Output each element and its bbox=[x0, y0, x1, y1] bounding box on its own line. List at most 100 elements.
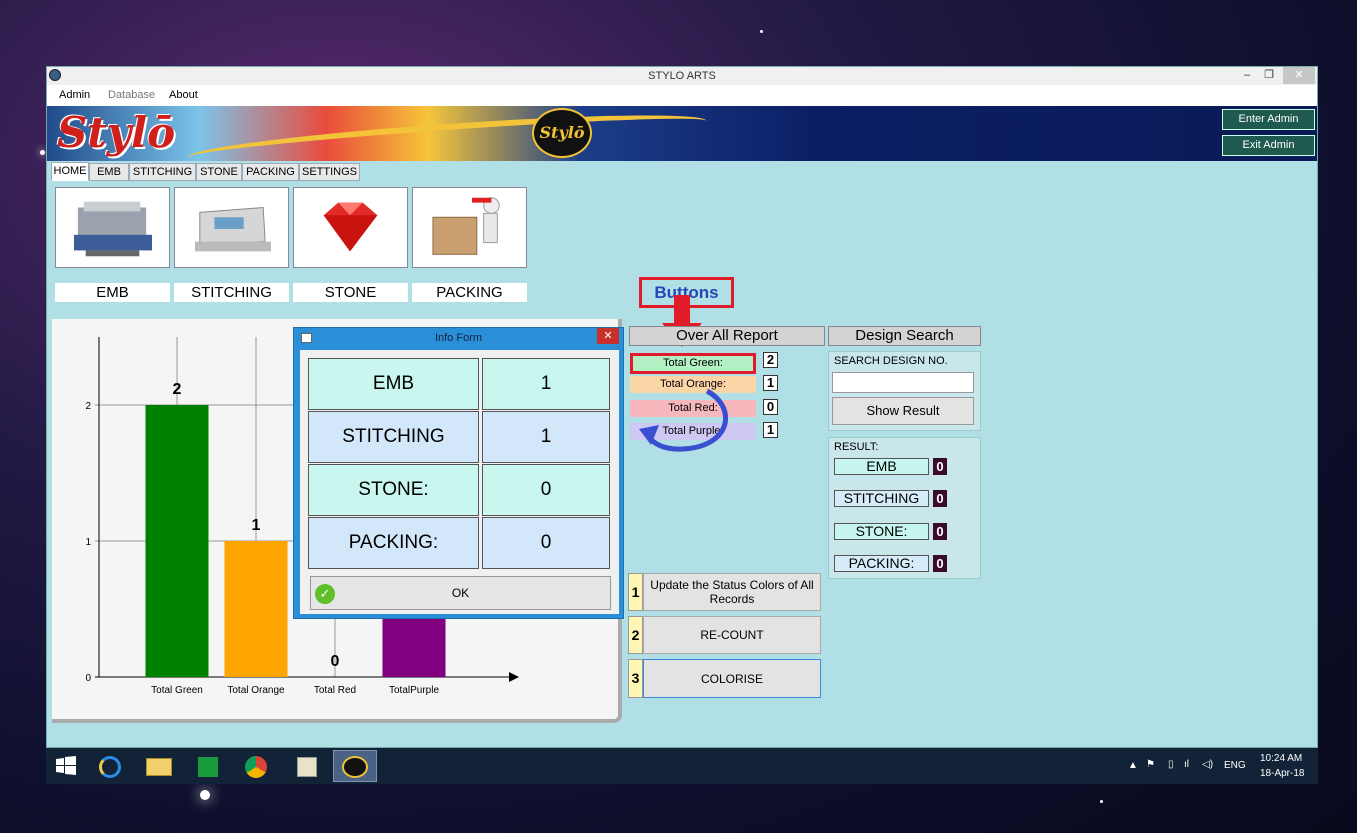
total-green-count: 2 bbox=[763, 352, 778, 368]
chart-x-tick-label: TotalPurple bbox=[389, 685, 439, 696]
result-stitching-value: 0 bbox=[933, 490, 947, 507]
recount-button[interactable]: RE-COUNT bbox=[643, 616, 821, 654]
blue-curved-arrow-icon bbox=[639, 388, 729, 452]
search-design-input[interactable] bbox=[832, 372, 974, 393]
clock-time[interactable]: 10:24 AM bbox=[1260, 753, 1302, 764]
tab-stitching[interactable]: STITCHING bbox=[129, 163, 196, 181]
clock-date[interactable]: 18-Apr-18 bbox=[1260, 768, 1304, 779]
total-red-count: 0 bbox=[763, 399, 778, 415]
chart-x-tick-label: Total Green bbox=[151, 685, 203, 696]
file-explorer-icon[interactable] bbox=[136, 750, 180, 782]
language-indicator[interactable]: ENG bbox=[1224, 760, 1246, 771]
sewing-machine-icon bbox=[194, 206, 271, 252]
stitching-machine-tile[interactable] bbox=[174, 187, 289, 268]
info-stone-value: 0 bbox=[482, 464, 610, 516]
chart-bar-total-green bbox=[145, 405, 209, 677]
info-packing-label: PACKING: bbox=[308, 517, 479, 569]
total-purple-count: 1 bbox=[763, 422, 778, 438]
chart-y-tick-label: 2 bbox=[85, 401, 91, 412]
info-stone-label: STONE: bbox=[308, 464, 479, 516]
chart-x-tick-label: Total Orange bbox=[227, 685, 285, 696]
tab-stone[interactable]: STONE bbox=[196, 163, 242, 181]
close-button[interactable]: ✕ bbox=[1283, 67, 1315, 84]
result-stitching-label: STITCHING bbox=[834, 490, 929, 507]
exit-admin-button[interactable]: Exit Admin bbox=[1222, 135, 1315, 156]
overall-report-button[interactable]: Over All Report bbox=[629, 326, 825, 346]
dialog-form-icon bbox=[301, 333, 312, 343]
chart-data-label: 1 bbox=[252, 517, 261, 534]
network-icon[interactable]: ıl bbox=[1184, 759, 1189, 770]
result-label: RESULT: bbox=[834, 441, 879, 453]
stone-tile[interactable] bbox=[293, 187, 408, 268]
result-packing-value: 0 bbox=[933, 555, 947, 572]
dialog-close-button[interactable]: ✕ bbox=[597, 328, 619, 344]
menu-bar: Admin Database About bbox=[47, 85, 1317, 106]
menu-about[interactable]: About bbox=[169, 85, 198, 106]
result-packing-label: PACKING: bbox=[834, 555, 929, 572]
background-star bbox=[760, 30, 763, 33]
chart-data-label: 0 bbox=[331, 653, 340, 670]
info-stitching-value: 1 bbox=[482, 411, 610, 463]
tab-packing[interactable]: PACKING bbox=[242, 163, 299, 181]
search-design-label: SEARCH DESIGN NO. bbox=[834, 355, 948, 367]
notepad-icon[interactable] bbox=[284, 750, 328, 782]
update-status-colors-button[interactable]: Update the Status Colors of All Records bbox=[643, 573, 821, 611]
chart-y-tick-label: 1 bbox=[85, 537, 91, 548]
stylo-app-taskbar-icon[interactable] bbox=[333, 750, 377, 782]
volume-icon[interactable]: ◁) bbox=[1202, 759, 1213, 770]
ok-label: OK bbox=[451, 586, 470, 600]
store-icon[interactable] bbox=[185, 750, 229, 782]
result-stone-value: 0 bbox=[933, 523, 947, 540]
show-result-button[interactable]: Show Result bbox=[832, 397, 974, 425]
info-packing-value: 0 bbox=[482, 517, 610, 569]
stone-label: STONE bbox=[293, 283, 408, 302]
header-banner: Stylō Stylō Enter Admin Exit Admin bbox=[47, 106, 1317, 161]
design-search-button[interactable]: Design Search bbox=[828, 326, 981, 346]
packing-label: PACKING bbox=[412, 283, 527, 302]
emb-label: EMB bbox=[55, 283, 170, 302]
background-star bbox=[40, 150, 45, 155]
emb-machine-tile[interactable] bbox=[55, 187, 170, 268]
chart-x-tick-label: Total Red bbox=[314, 685, 356, 696]
enter-admin-button[interactable]: Enter Admin bbox=[1222, 109, 1315, 130]
main-window: STYLO ARTS – ❐ ✕ Admin Database About St… bbox=[46, 66, 1318, 748]
dialog-body: EMB 1 STITCHING 1 STONE: 0 PACKING: 0 ✓ … bbox=[300, 350, 619, 614]
banner-swoosh bbox=[186, 106, 708, 161]
chart-bar-total-orange bbox=[224, 541, 288, 677]
delivery-box-icon bbox=[432, 197, 500, 255]
restore-button[interactable]: ❐ bbox=[1259, 67, 1279, 84]
windows-start-icon[interactable] bbox=[56, 756, 76, 776]
tab-home[interactable]: HOME bbox=[51, 162, 89, 181]
background-star bbox=[1100, 800, 1103, 803]
minimize-button[interactable]: – bbox=[1237, 67, 1257, 84]
result-emb-label: EMB bbox=[834, 458, 929, 475]
menu-admin[interactable]: Admin bbox=[59, 85, 90, 106]
stylo-logo: Stylō bbox=[57, 108, 176, 157]
taskbar: ▲ ⚑ ▯ ıl ◁) ENG 10:24 AM 18-Apr-18 bbox=[46, 748, 1318, 784]
total-green-row[interactable]: Total Green: bbox=[630, 353, 756, 374]
tab-settings[interactable]: SETTINGS bbox=[299, 163, 360, 181]
chrome-icon[interactable] bbox=[234, 750, 278, 782]
embroidery-machine-icon bbox=[73, 201, 152, 257]
flag-icon[interactable]: ⚑ bbox=[1146, 759, 1155, 770]
result-stone-label: STONE: bbox=[834, 523, 929, 540]
chart-data-label: 2 bbox=[173, 381, 182, 398]
menu-database[interactable]: Database bbox=[108, 85, 155, 106]
tab-emb[interactable]: EMB bbox=[89, 163, 129, 181]
show-hidden-icons[interactable]: ▲ bbox=[1128, 760, 1138, 771]
info-form-dialog: Info Form ✕ EMB 1 STITCHING 1 STONE: 0 P… bbox=[293, 327, 624, 619]
battery-icon[interactable]: ▯ bbox=[1168, 759, 1174, 770]
app-icon bbox=[49, 69, 61, 81]
ok-button[interactable]: ✓ OK bbox=[310, 576, 611, 610]
action-2-number: 2 bbox=[628, 616, 643, 654]
background-star bbox=[200, 790, 210, 800]
internet-explorer-icon[interactable] bbox=[88, 750, 132, 782]
system-tray: ▲ ⚑ ▯ ıl ◁) ENG 10:24 AM 18-Apr-18 bbox=[1126, 748, 1316, 784]
action-3-number: 3 bbox=[628, 659, 643, 698]
chart-y-tick-label: 0 bbox=[85, 673, 91, 684]
stitching-label: STITCHING bbox=[174, 283, 289, 302]
colorise-button[interactable]: COLORISE bbox=[643, 659, 821, 698]
title-bar: STYLO ARTS – ❐ ✕ bbox=[47, 67, 1317, 85]
stylo-emblem: Stylō bbox=[532, 108, 592, 158]
packing-tile[interactable] bbox=[412, 187, 527, 268]
